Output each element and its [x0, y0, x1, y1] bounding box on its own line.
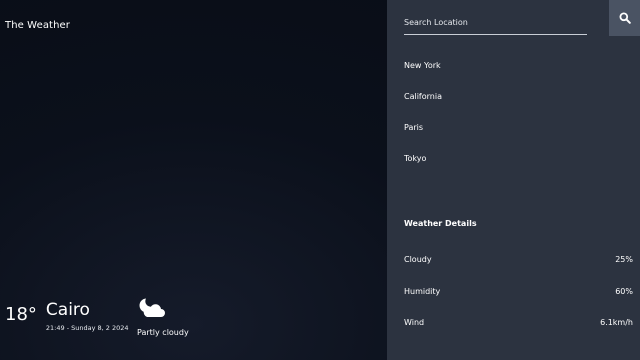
detail-label: Wind: [404, 318, 425, 327]
date-time: 21:49 - Sunday 8, 2 2024: [45, 324, 129, 332]
detail-row: Wind 6.1km/h: [404, 317, 633, 349]
search-button[interactable]: [609, 0, 640, 36]
weather-app: The Weather 18° Cairo 21:49 - Sunday 8, …: [0, 0, 640, 360]
detail-label: Humidity: [404, 286, 441, 296]
detail-label: Cloudy: [404, 255, 432, 264]
weather-condition: Partly cloudy: [137, 297, 189, 337]
location-item[interactable]: Paris: [404, 122, 442, 153]
detail-value: 60%: [615, 286, 633, 296]
location-list: New York California Paris Tokyo: [404, 60, 442, 184]
location-item[interactable]: New York: [404, 60, 442, 91]
detail-value: 25%: [615, 255, 633, 264]
partly-cloudy-night-icon: [139, 298, 165, 317]
location-item[interactable]: Tokyo: [404, 153, 442, 184]
side-panel: New York California Paris Tokyo Weather …: [387, 0, 640, 360]
search-input[interactable]: [404, 15, 584, 29]
detail-row: Cloudy 25%: [404, 254, 633, 286]
weather-details-title: Weather Details: [404, 219, 477, 228]
location-item[interactable]: California: [404, 91, 442, 122]
city-name: Cairo: [45, 300, 90, 320]
detail-value: 6.1km/h: [600, 318, 633, 327]
location-block: Cairo 21:49 - Sunday 8, 2 2024: [46, 299, 129, 332]
temperature: 18°: [5, 304, 37, 325]
current-weather: 18° Cairo 21:49 - Sunday 8, 2 2024: [5, 299, 129, 332]
detail-row: Humidity 60%: [404, 286, 633, 318]
condition-text: Partly cloudy: [137, 328, 189, 337]
weather-details-list: Cloudy 25% Humidity 60% Wind 6.1km/h: [404, 254, 633, 349]
app-brand[interactable]: The Weather: [5, 20, 70, 31]
search-field: [404, 0, 587, 35]
search-icon: [619, 12, 631, 24]
